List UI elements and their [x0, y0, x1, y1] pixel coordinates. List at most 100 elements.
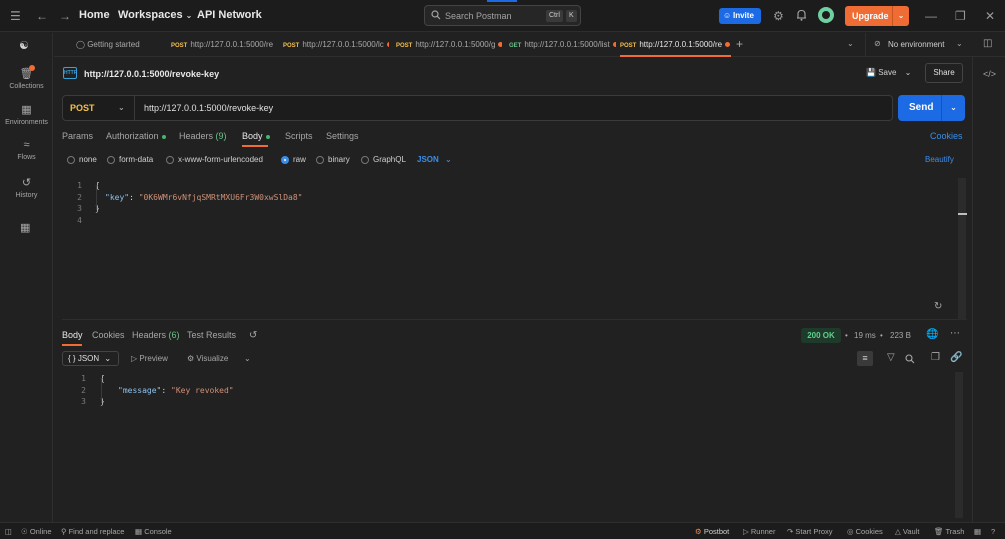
settings-gear-icon[interactable]: ⚙	[773, 9, 784, 23]
radio-graphql[interactable]: GraphQL	[361, 155, 406, 164]
layout-icon[interactable]: ▦	[974, 527, 981, 536]
tab-method: POST	[283, 43, 300, 49]
tab-request[interactable]: GET http://127.0.0.1:5000/list	[509, 33, 616, 57]
new-tab-plus-icon[interactable]: +	[736, 37, 743, 51]
tab-settings[interactable]: Settings	[326, 131, 359, 141]
sidebar-item-environments[interactable]: ▦ Environments	[0, 103, 53, 126]
response-time[interactable]: 19 ms	[854, 331, 876, 340]
nav-workspaces[interactable]: Workspaces ⌄	[118, 9, 192, 21]
format-label: JSON	[77, 354, 100, 363]
invite-button[interactable]: ☺ Invite	[719, 8, 761, 24]
line-number: 3	[81, 397, 86, 406]
search-input[interactable]: Search Postman Ctrl K	[424, 5, 581, 26]
upgrade-button[interactable]: Upgrade ⌄	[845, 6, 909, 26]
filter-icon[interactable]: ▽	[887, 352, 895, 363]
response-scrollbar[interactable]	[955, 372, 963, 518]
network-globe-icon[interactable]: 🌐	[926, 329, 938, 340]
play-icon: ▷	[131, 354, 138, 363]
notification-bell-icon[interactable]	[796, 9, 807, 21]
response-tab-cookies[interactable]: Cookies	[92, 330, 125, 340]
send-button[interactable]: Send ⌄	[898, 95, 965, 121]
menu-icon[interactable]: ☰	[10, 9, 21, 23]
cookies-link[interactable]: Cookies	[930, 131, 963, 141]
indent-guide	[101, 378, 102, 403]
visualize-button[interactable]: ⚙ Visualize	[187, 354, 228, 363]
right-sidebar-toggle-icon[interactable]: ◫	[983, 38, 992, 49]
snippet-history-icon[interactable]: ↻	[934, 301, 942, 312]
forward-arrow-icon[interactable]: →	[59, 9, 71, 23]
beautify-button[interactable]: Beautify	[925, 155, 954, 164]
share-button[interactable]: Share	[925, 63, 963, 83]
sidebar-item-history[interactable]: ↺ History	[0, 176, 53, 199]
search-icon	[431, 10, 441, 20]
sidebar-item-flows[interactable]: ≈ Flows	[0, 139, 53, 161]
visualize-chevron-icon[interactable]: ⌄	[244, 354, 251, 363]
configure-sidebar-icon[interactable]: ▦	[20, 221, 30, 234]
radio-binary[interactable]: binary	[316, 155, 350, 164]
tab-getting-started[interactable]: ◯ Getting started	[76, 33, 164, 57]
nav-api-network[interactable]: API Network	[197, 9, 262, 21]
copy-icon[interactable]: ❐	[931, 352, 940, 363]
search-icon[interactable]	[905, 354, 915, 364]
collections-icon: 🗑	[19, 68, 34, 80]
request-title[interactable]: http://127.0.0.1:5000/revoke-key	[84, 69, 219, 79]
status-badge[interactable]: 200 OK	[801, 328, 841, 343]
minimize-icon[interactable]: —	[925, 9, 937, 23]
environment-selector[interactable]: ⊘ No environment ⌄	[865, 33, 975, 56]
tabs-overflow-chevron-icon[interactable]: ⌄	[847, 39, 854, 48]
tab-request[interactable]: POST http://127.0.0.1:5000/re	[171, 33, 275, 57]
online-status[interactable]: ☉ Online	[21, 527, 52, 536]
send-options-chevron-icon[interactable]: ⌄	[941, 95, 965, 121]
tab-authorization[interactable]: Authorization	[106, 131, 166, 141]
sidebar-item-collections[interactable]: 🗑 Collections	[0, 65, 53, 90]
response-size[interactable]: 223 B	[890, 331, 911, 340]
workspace-people-icon[interactable]: ☯	[19, 39, 29, 52]
vault-button[interactable]: △ Vault	[895, 527, 919, 536]
http-request-icon: HTTP	[63, 67, 77, 79]
radio-raw[interactable]: raw	[281, 155, 306, 164]
start-proxy-button[interactable]: ↷ Start Proxy	[787, 527, 832, 536]
radio-x-www-form-urlencoded[interactable]: x-www-form-urlencoded	[166, 155, 263, 164]
tab-request[interactable]: POST http://127.0.0.1:5000/lc	[283, 33, 389, 57]
trash-button[interactable]: 🗑 Trash	[934, 527, 964, 536]
tab-body[interactable]: Body	[242, 131, 270, 141]
code-snippet-icon[interactable]: </>	[983, 69, 996, 79]
response-tab-headers[interactable]: Headers (6)	[132, 330, 180, 340]
restore-icon[interactable]: ❐	[955, 9, 966, 23]
response-history-icon[interactable]: ↺	[249, 330, 257, 341]
postbot-button[interactable]: ⚙ Postbot	[695, 527, 729, 536]
tab-method: POST	[620, 43, 637, 49]
nav-home[interactable]: Home	[79, 9, 110, 21]
preview-button[interactable]: ▷ Preview	[131, 354, 168, 363]
response-tab-test-results[interactable]: Test Results	[187, 330, 236, 340]
radio-none[interactable]: none	[67, 155, 97, 164]
wrap-lines-icon[interactable]: ≡	[857, 351, 873, 366]
runner-button[interactable]: ▷ Runner	[743, 527, 775, 536]
body-format-select[interactable]: JSON ⌄	[417, 155, 452, 164]
tab-scripts[interactable]: Scripts	[285, 131, 313, 141]
chevron-down-icon: ⌄	[445, 155, 452, 164]
tab-params[interactable]: Params	[62, 131, 93, 141]
upgrade-chevron-icon[interactable]: ⌄	[892, 6, 909, 26]
back-arrow-icon[interactable]: ←	[36, 9, 48, 23]
method-select[interactable]: POST ⌄	[63, 96, 135, 120]
more-options-icon[interactable]: ⋯	[950, 328, 960, 339]
toggle-sidebar-icon[interactable]: ◫	[5, 527, 12, 536]
close-icon[interactable]: ✕	[985, 9, 995, 23]
url-input[interactable]: http://127.0.0.1:5000/revoke-key	[144, 103, 273, 113]
save-button[interactable]: 💾 Save ⌄	[866, 68, 911, 77]
kbd-ctrl: Ctrl	[546, 10, 563, 22]
avatar[interactable]	[818, 7, 834, 23]
console-button[interactable]: ▦ Console	[135, 527, 172, 536]
response-format-select[interactable]: { } JSON ⌄	[62, 351, 119, 366]
find-replace-button[interactable]: ⚲ Find and replace	[61, 527, 124, 536]
cookies-button[interactable]: ◎ Cookies	[847, 527, 883, 536]
help-icon[interactable]: ?	[991, 527, 995, 536]
radio-form-data[interactable]: form-data	[107, 155, 153, 164]
tab-headers[interactable]: Headers (9)	[179, 131, 227, 141]
response-tab-body[interactable]: Body	[62, 330, 83, 340]
tab-request[interactable]: POST http://127.0.0.1:5000/g	[396, 33, 502, 57]
tab-request-active[interactable]: POST http://127.0.0.1:5000/re	[620, 33, 731, 57]
editor-scrollbar[interactable]	[958, 178, 966, 320]
link-icon[interactable]: 🔗	[950, 352, 962, 363]
